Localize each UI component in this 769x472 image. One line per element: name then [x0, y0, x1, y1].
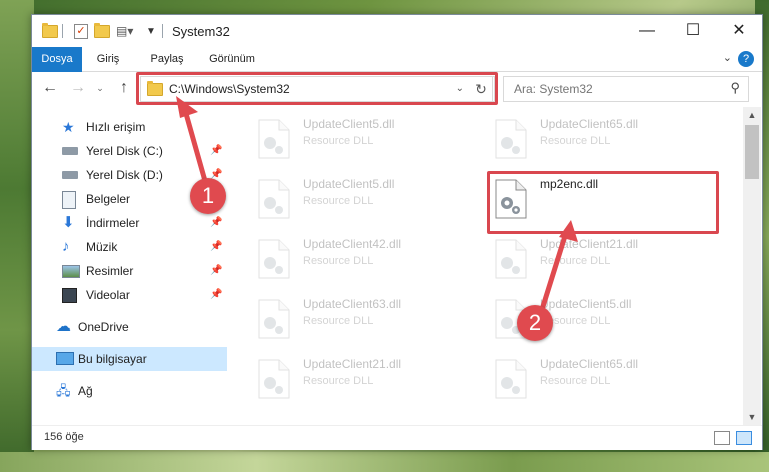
cloud-icon: ☁	[56, 318, 71, 335]
desktop-background-left	[0, 0, 34, 472]
list-item[interactable]: UpdateClient63.dll Resource DLL	[257, 295, 477, 351]
ribbon-tabs: Dosya Giriş Paylaş Görünüm ⌄ ?	[32, 47, 762, 103]
list-item[interactable]: UpdateClient21.dll Resource DLL	[494, 235, 714, 291]
navigation-pane: ★ Hızlı erişim Yerel Disk (C:) 📌 Yerel D…	[32, 107, 227, 425]
dll-file-icon	[258, 299, 290, 339]
search-icon: ⚲	[730, 80, 740, 95]
search-input[interactable]	[512, 77, 716, 101]
scroll-up-icon[interactable]: ▲	[743, 107, 761, 123]
document-icon	[62, 191, 76, 209]
minimize-button[interactable]: —	[624, 15, 670, 47]
details-view-icon[interactable]	[714, 431, 730, 445]
step-badge-1: 1	[190, 178, 226, 214]
dll-file-icon	[495, 119, 527, 159]
pin-icon: 📌	[210, 241, 223, 252]
scroll-down-icon[interactable]: ▼	[743, 409, 761, 425]
list-item[interactable]: UpdateClient5.dll Resource DLL	[257, 175, 477, 231]
dll-file-icon	[495, 239, 527, 279]
drive-icon	[62, 147, 78, 155]
scrollbar-thumb[interactable]	[745, 125, 759, 179]
sidebar-item-onedrive[interactable]: ☁ OneDrive	[32, 315, 227, 339]
status-bar: 156 öğe	[32, 425, 762, 450]
up-button[interactable]: ↑	[114, 78, 134, 98]
pin-icon: 📌	[210, 145, 223, 156]
list-item[interactable]: UpdateClient21.dll Resource DLL	[257, 355, 477, 411]
star-icon: ★	[62, 119, 75, 135]
list-item[interactable]: UpdateClient5.dll Resource DLL	[257, 115, 477, 171]
dll-file-icon	[258, 239, 290, 279]
title-bar: ✓ ▤▾ ▼ System32 — ☐ ✕	[32, 15, 762, 47]
tab-share[interactable]: Paylaş	[142, 47, 192, 71]
sidebar-item-disk-c[interactable]: Yerel Disk (C:) 📌	[32, 139, 227, 163]
sidebar-item-downloads[interactable]: ⬇ İndirmeler 📌	[32, 211, 227, 235]
sidebar-item-this-pc[interactable]: Bu bilgisayar	[32, 347, 227, 371]
list-item[interactable]: UpdateClient42.dll Resource DLL	[257, 235, 477, 291]
maximize-button[interactable]: ☐	[670, 15, 716, 47]
window-title: System32	[172, 24, 230, 39]
list-item[interactable]: UpdateClient65.dll Resource DLL	[494, 115, 714, 171]
item-count: 156 öğe	[44, 431, 84, 443]
drive-icon	[62, 171, 78, 179]
back-button[interactable]: ←	[40, 78, 60, 98]
dll-file-icon	[495, 359, 527, 399]
desktop-background-bottom	[0, 452, 769, 472]
properties-icon[interactable]: ✓	[74, 23, 88, 39]
sidebar-item-pictures[interactable]: Resimler 📌	[32, 259, 227, 283]
tab-view[interactable]: Görünüm	[202, 47, 262, 71]
sidebar-item-network[interactable]: 🖧 Ağ	[32, 379, 227, 403]
pin-icon: 📌	[210, 265, 223, 276]
pin-icon: 📌	[210, 217, 223, 228]
video-icon	[62, 288, 77, 303]
close-button[interactable]: ✕	[716, 15, 762, 47]
download-icon: ⬇	[62, 214, 75, 231]
customize-toolbar-icon[interactable]: ▤▾	[116, 23, 133, 39]
computer-icon	[56, 352, 74, 365]
target-file-highlight	[487, 171, 719, 234]
step-badge-2: 2	[517, 305, 553, 341]
expand-ribbon-icon[interactable]: ⌄	[723, 51, 732, 64]
sidebar-item-music[interactable]: ♪ Müzik 📌	[32, 235, 227, 259]
folder-icon	[42, 22, 58, 39]
sidebar-item-videos[interactable]: Videolar 📌	[32, 283, 227, 307]
file-list: UpdateClient5.dll Resource DLL UpdateCli…	[229, 107, 743, 425]
forward-button[interactable]: →	[68, 78, 88, 98]
recent-locations-icon[interactable]: ⌄	[90, 78, 110, 98]
network-icon: 🖧	[56, 383, 71, 398]
vertical-scrollbar[interactable]: ▲ ▼	[743, 107, 761, 425]
pictures-icon	[62, 265, 80, 278]
separator	[62, 23, 63, 39]
music-icon: ♪	[62, 238, 70, 255]
help-icon[interactable]: ?	[738, 51, 754, 67]
list-item[interactable]: UpdateClient65.dll Resource DLL	[494, 355, 714, 411]
dll-file-icon	[258, 179, 290, 219]
dll-file-icon	[258, 119, 290, 159]
tab-home[interactable]: Giriş	[86, 47, 130, 71]
sidebar-item-quick-access[interactable]: ★ Hızlı erişim	[32, 115, 227, 139]
address-bar-highlight	[136, 72, 498, 105]
dll-file-icon	[258, 359, 290, 399]
separator	[162, 23, 163, 39]
quick-access-dropdown-icon[interactable]: ▼	[146, 23, 156, 39]
pin-icon: 📌	[210, 289, 223, 300]
large-icons-view-icon[interactable]	[736, 431, 752, 445]
new-folder-icon[interactable]	[94, 22, 110, 39]
search-box[interactable]: ⚲	[503, 76, 749, 102]
